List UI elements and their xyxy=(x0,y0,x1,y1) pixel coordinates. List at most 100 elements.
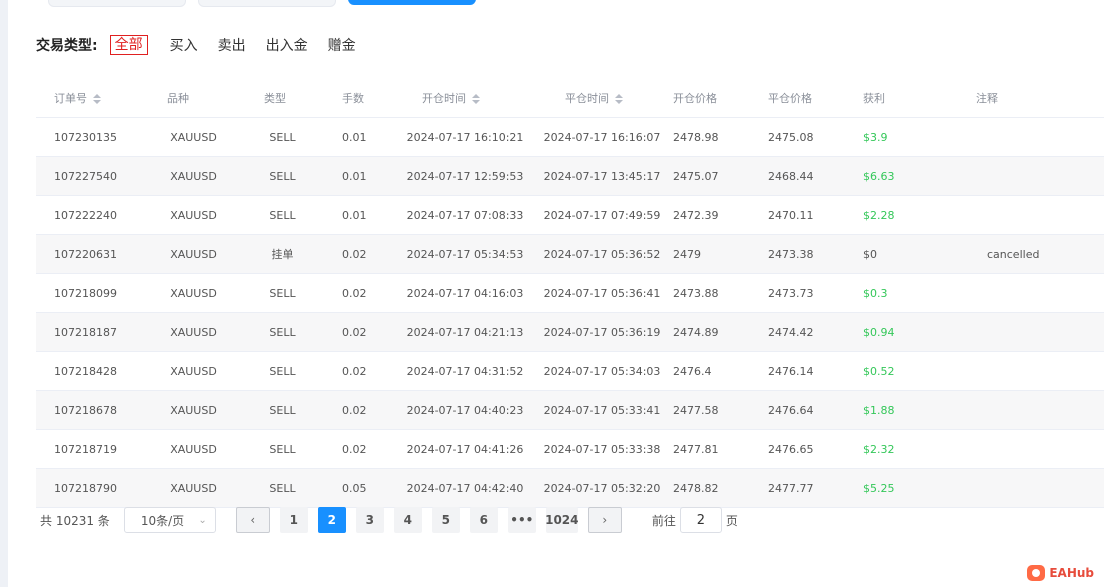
table-cell: 2472.39 xyxy=(672,195,767,235)
table-cell: 2477.77 xyxy=(767,468,862,508)
table-cell xyxy=(975,390,1104,430)
table-cell: 2477.81 xyxy=(672,429,767,469)
next-page-button[interactable]: › xyxy=(587,507,622,533)
table-row: 107230135 XAUUSD SELL 0.01 2024-07-17 16:10:… xyxy=(36,117,1104,157)
table-cell: 2478.82 xyxy=(672,468,767,508)
table-cell xyxy=(975,117,1104,157)
table-cell: 2473.73 xyxy=(767,273,862,313)
page-button-1[interactable]: 1 xyxy=(279,507,308,533)
col-close-price: 平仓价格 xyxy=(767,79,862,118)
left-edge xyxy=(0,0,8,587)
table-cell: 2024-07-17 04:41:26 xyxy=(396,429,539,469)
page-button-3[interactable]: 3 xyxy=(355,507,384,533)
goto-page: 前往 页 xyxy=(652,507,738,533)
table-cell xyxy=(975,312,1104,352)
top-button-1[interactable] xyxy=(48,0,186,7)
page-button-2[interactable]: 2 xyxy=(317,507,346,533)
eahub-logo-icon xyxy=(1027,565,1046,581)
table-cell xyxy=(975,156,1104,196)
table-row: 107227540 XAUUSD SELL 0.01 2024-07-17 12:59:… xyxy=(36,156,1104,196)
table-cell: $1.88 xyxy=(862,390,975,430)
chevron-left-icon: ‹ xyxy=(250,513,256,527)
page-button-5[interactable]: 5 xyxy=(431,507,460,533)
table-cell: 2024-07-17 05:36:41 xyxy=(539,273,672,313)
sort-icon[interactable] xyxy=(615,94,623,104)
page-button-6[interactable]: 6 xyxy=(469,507,498,533)
page-size-value: 10条/页 xyxy=(140,513,185,528)
watermark-text: EAHub xyxy=(1049,566,1094,580)
table-cell: XAUUSD xyxy=(156,234,252,274)
filter-option-buy[interactable]: 买入 xyxy=(170,35,198,55)
main-card: 交易类型: 全部 买入 卖出 出入金 赠金 订单号 品种 类型 手数 开仓时间 … xyxy=(8,0,1104,587)
table-cell: 2479 xyxy=(672,234,767,274)
table-cell: SELL xyxy=(252,390,328,430)
table-cell: 2476.64 xyxy=(767,390,862,430)
table-cell: SELL xyxy=(252,273,328,313)
table-cell: 2024-07-17 05:34:03 xyxy=(539,351,672,391)
table-cell: 2476.4 xyxy=(672,351,767,391)
table-row: 107218099 XAUUSD SELL 0.02 2024-07-17 04:16:… xyxy=(36,273,1104,313)
col-order-id[interactable]: 订单号 xyxy=(36,79,156,118)
goto-suffix: 页 xyxy=(725,513,738,528)
table-cell: 107218428 xyxy=(36,351,156,391)
filter-option-sell[interactable]: 卖出 xyxy=(218,35,246,55)
sort-icon[interactable] xyxy=(93,94,101,104)
table-body: 107230135 XAUUSD SELL 0.01 2024-07-17 16:10:… xyxy=(36,117,1104,508)
prev-page-button[interactable]: ‹ xyxy=(235,507,270,533)
table-cell: 2024-07-17 05:33:38 xyxy=(539,429,672,469)
table-cell: 2024-07-17 04:16:03 xyxy=(396,273,539,313)
table-cell: 107218790 xyxy=(36,468,156,508)
filter-option-all[interactable]: 全部 xyxy=(109,35,148,55)
table-cell: SELL xyxy=(252,117,328,157)
table-cell: 0.02 xyxy=(328,351,396,391)
page-button-last[interactable]: 1024 xyxy=(545,507,579,533)
table-cell: 0.02 xyxy=(328,273,396,313)
filter-option-deposit-withdraw[interactable]: 出入金 xyxy=(266,35,308,55)
table-cell: 2024-07-17 07:49:59 xyxy=(539,195,672,235)
total-count: 共 10231 条 xyxy=(40,513,110,528)
table-cell: XAUUSD xyxy=(156,117,252,157)
table-cell: 2475.08 xyxy=(767,117,862,157)
table-cell: 2473.38 xyxy=(767,234,862,274)
sort-icon[interactable] xyxy=(472,94,480,104)
table-cell: $0.52 xyxy=(862,351,975,391)
table-cell: 2024-07-17 04:21:13 xyxy=(396,312,539,352)
col-close-time[interactable]: 平仓时间 xyxy=(539,79,672,118)
chevron-down-icon: ⌄ xyxy=(198,514,207,526)
table-cell: 107227540 xyxy=(36,156,156,196)
table-cell: 107218678 xyxy=(36,390,156,430)
table-cell: 2024-07-17 05:36:19 xyxy=(539,312,672,352)
table-cell: $2.32 xyxy=(862,429,975,469)
table-cell: 2470.11 xyxy=(767,195,862,235)
table-cell: XAUUSD xyxy=(156,390,252,430)
goto-page-input[interactable] xyxy=(679,507,722,533)
table-cell: 0.01 xyxy=(328,117,396,157)
table-cell: 2024-07-17 05:32:20 xyxy=(539,468,672,508)
col-open-time[interactable]: 开仓时间 xyxy=(396,79,539,118)
table-cell: $2.28 xyxy=(862,195,975,235)
table-cell xyxy=(975,429,1104,469)
table-header: 订单号 品种 类型 手数 开仓时间 平仓时间 开仓价格 平仓价格 获利 注释 xyxy=(36,79,1104,118)
table-cell: 2024-07-17 04:42:40 xyxy=(396,468,539,508)
top-button-primary[interactable] xyxy=(348,0,476,5)
table-cell: 0.02 xyxy=(328,234,396,274)
pagination: 共 10231 条 10条/页 ⌄ ‹ 1 2 3 4 5 6 ••• 1024… xyxy=(40,506,738,534)
table-cell: 2468.44 xyxy=(767,156,862,196)
col-symbol: 品种 xyxy=(156,79,252,118)
page-size-select[interactable]: 10条/页 ⌄ xyxy=(123,507,216,533)
table-cell: 107218187 xyxy=(36,312,156,352)
col-type: 类型 xyxy=(252,79,328,118)
more-pages-button[interactable]: ••• xyxy=(507,507,536,533)
filter-label: 交易类型: xyxy=(36,38,98,54)
goto-prefix: 前往 xyxy=(651,513,676,528)
table-cell: SELL xyxy=(252,312,328,352)
page-button-4[interactable]: 4 xyxy=(393,507,422,533)
table-cell: XAUUSD xyxy=(156,312,252,352)
table-cell: cancelled xyxy=(975,234,1104,274)
top-button-2[interactable] xyxy=(198,0,336,7)
filter-option-bonus[interactable]: 赠金 xyxy=(328,35,356,55)
table-cell: 2477.58 xyxy=(672,390,767,430)
table-cell: 2024-07-17 05:36:52 xyxy=(539,234,672,274)
table-cell: 2024-07-17 07:08:33 xyxy=(396,195,539,235)
table-row: 107218187 XAUUSD SELL 0.02 2024-07-17 04:21:… xyxy=(36,312,1104,352)
